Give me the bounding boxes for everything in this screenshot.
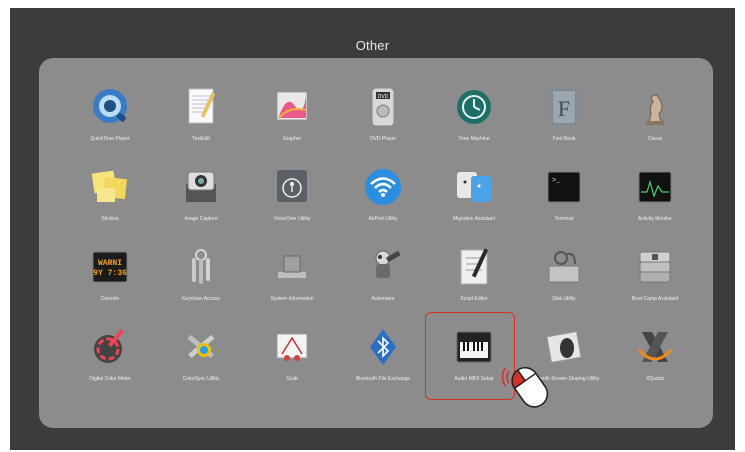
- launchpad-screen: Other QuickTime Player TextEdit Grapher DVD…: [10, 8, 735, 450]
- script-editor-icon[interactable]: [451, 244, 497, 290]
- app-tile-font-book[interactable]: F Font Book: [519, 80, 609, 162]
- app-label: AirPort Utility: [368, 216, 398, 222]
- app-label: QuickTime Player: [90, 136, 130, 142]
- app-label: TextEdit: [192, 136, 210, 142]
- app-label: ColorSync Utility: [182, 376, 220, 382]
- app-tile-airport[interactable]: AirPort Utility: [338, 160, 428, 242]
- app-label: Digital Color Meter: [89, 376, 131, 382]
- app-tile-textedit[interactable]: TextEdit: [156, 80, 246, 162]
- app-label: Font Book: [552, 136, 576, 142]
- migration-icon[interactable]: [451, 164, 497, 210]
- image-capture-icon[interactable]: [178, 164, 224, 210]
- app-label: Boot Camp Assistant: [631, 296, 679, 302]
- disk-utility-icon[interactable]: [541, 244, 587, 290]
- console-icon[interactable]: WARNI 9Y 7:36: [87, 244, 133, 290]
- app-label: Keychain Access: [182, 296, 220, 302]
- bluetooth-icon[interactable]: [360, 324, 406, 370]
- app-label: Time Machine: [458, 136, 490, 142]
- colorsync-icon[interactable]: [178, 324, 224, 370]
- app-tile-quicktime[interactable]: QuickTime Player: [65, 80, 155, 162]
- font-book-icon[interactable]: F: [541, 84, 587, 130]
- time-machine-icon[interactable]: [451, 84, 497, 130]
- app-tile-image-capture[interactable]: Image Capture: [156, 160, 246, 242]
- app-tile-chess[interactable]: Chess: [610, 80, 700, 162]
- svg-text:>_: >_: [552, 177, 561, 185]
- app-tile-voiceover[interactable]: VoiceOver Utility: [247, 160, 337, 242]
- app-label: Console: [100, 296, 120, 302]
- app-tile-system-info[interactable]: System Information: [247, 240, 337, 322]
- app-tile-script-editor[interactable]: Script Editor: [429, 240, 519, 322]
- svg-text:DVD: DVD: [378, 94, 389, 100]
- app-label: Stickies: [101, 216, 119, 222]
- app-tile-grab[interactable]: Grab: [247, 320, 337, 402]
- app-label: Script Editor: [460, 296, 488, 302]
- boot-camp-icon[interactable]: [632, 244, 678, 290]
- grapher-icon[interactable]: [269, 84, 315, 130]
- app-label: Grapher: [282, 136, 302, 142]
- app-label: Activity Monitor: [638, 216, 672, 222]
- app-label: Migration Assistant: [453, 216, 495, 222]
- app-label: Image Capture: [184, 216, 218, 222]
- svg-text:9Y 7:36: 9Y 7:36: [93, 269, 127, 278]
- app-tile-boot-camp[interactable]: Boot Camp Assistant: [610, 240, 700, 322]
- airport-icon[interactable]: [360, 164, 406, 210]
- grab-icon[interactable]: [269, 324, 315, 370]
- svg-text:WARNI: WARNI: [98, 259, 122, 268]
- app-label: XQuartz: [645, 376, 665, 382]
- app-label: Grab: [286, 376, 298, 382]
- textedit-icon[interactable]: [178, 84, 224, 130]
- app-tile-bluetooth[interactable]: Bluetooth File Exchange: [338, 320, 428, 402]
- app-label: Chess: [647, 136, 663, 142]
- app-label: System Information: [270, 296, 314, 302]
- app-label: VoiceOver Utility: [273, 216, 311, 222]
- mouse-click-icon: [502, 366, 549, 408]
- app-tile-stickies[interactable]: Stickies: [65, 160, 155, 242]
- stickies-icon[interactable]: [87, 164, 133, 210]
- app-tile-colorsync[interactable]: ColorSync Utility: [156, 320, 246, 402]
- app-tile-activity-monitor[interactable]: Activity Monitor: [610, 160, 700, 242]
- terminal-icon[interactable]: >_: [541, 164, 587, 210]
- app-tile-migration[interactable]: Migration Assistant: [429, 160, 519, 242]
- chess-icon[interactable]: [632, 84, 678, 130]
- automator-icon[interactable]: [360, 244, 406, 290]
- app-label: Terminal: [554, 216, 574, 222]
- app-tile-keychain[interactable]: Keychain Access: [156, 240, 246, 322]
- app-tile-dvd-player[interactable]: DVD DVD Player: [338, 80, 428, 162]
- voiceover-icon[interactable]: [269, 164, 315, 210]
- dvd-player-icon[interactable]: DVD: [360, 84, 406, 130]
- app-tile-color-meter[interactable]: Digital Color Meter: [65, 320, 155, 402]
- activity-monitor-icon[interactable]: [632, 164, 678, 210]
- app-label: Disk Utility: [552, 296, 576, 302]
- app-tile-grapher[interactable]: Grapher: [247, 80, 337, 162]
- app-tile-console[interactable]: WARNI 9Y 7:36 Console: [65, 240, 155, 322]
- app-tile-time-machine[interactable]: Time Machine: [429, 80, 519, 162]
- xquartz-icon[interactable]: [632, 324, 678, 370]
- app-label: Bluetooth File Exchange: [355, 376, 411, 382]
- keychain-icon[interactable]: [178, 244, 224, 290]
- app-label: DVD Player: [369, 136, 397, 142]
- color-meter-icon[interactable]: [87, 324, 133, 370]
- folder-panel: QuickTime Player TextEdit Grapher DVD DVD Pl…: [39, 58, 713, 428]
- audio-midi-icon[interactable]: [451, 324, 497, 370]
- app-tile-xquartz[interactable]: XQuartz: [610, 320, 700, 402]
- svg-text:F: F: [558, 96, 570, 121]
- system-info-icon[interactable]: [269, 244, 315, 290]
- app-tile-disk-utility[interactable]: Disk Utility: [519, 240, 609, 322]
- quicktime-icon[interactable]: [87, 84, 133, 130]
- app-label: Automator: [371, 296, 395, 302]
- folder-title[interactable]: Other: [10, 38, 735, 53]
- app-tile-automator[interactable]: Automator: [338, 240, 428, 322]
- app-tile-terminal[interactable]: >_ Terminal: [519, 160, 609, 242]
